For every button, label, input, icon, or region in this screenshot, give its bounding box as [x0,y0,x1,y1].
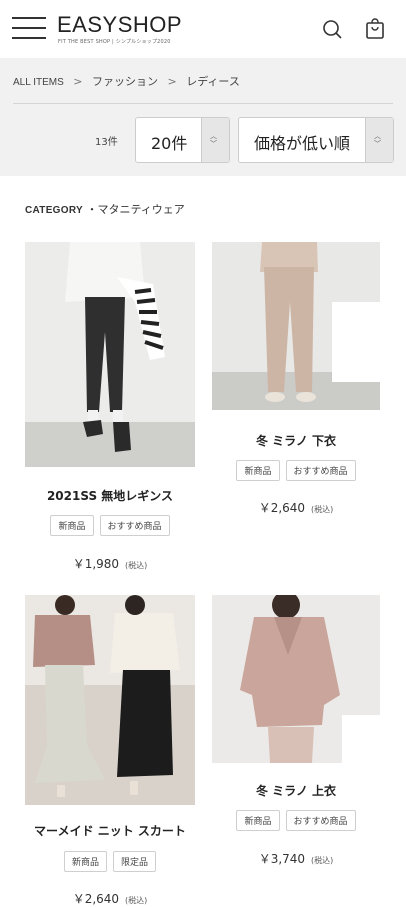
product-card[interactable]: 2021SS 無地レギンス 新商品 おすすめ商品 ￥1,980 (税込) [25,242,195,582]
price-value: ￥1,980 [72,557,120,571]
tax-note: (税込) [125,561,148,570]
product-price: ￥3,740 (税込) [212,850,380,867]
product-tags: 新商品 おすすめ商品 [212,460,380,481]
product-card[interactable]: 冬 ミラノ 下衣 新商品 おすすめ商品 ￥2,640 (税込) [212,242,380,532]
product-name[interactable]: 冬 ミラノ 下衣 [212,432,380,449]
tagline: FIT THE BEST SHOP | シンプルショップ2020 [58,39,171,45]
product-price: ￥2,640 (税込) [212,499,380,516]
product-name[interactable]: マーメイド ニット スカート [25,822,195,839]
breadcrumb-all-items[interactable]: ALL ITEMS [13,77,64,88]
divider [13,103,393,104]
product-price: ￥1,980 (税込) [25,555,195,572]
tag-new: 新商品 [63,851,107,872]
breadcrumb-separator: > [167,75,177,88]
breadcrumb-ladies[interactable]: レディース [186,75,240,88]
header: EASYSHOP FIT THE BEST SHOP | シンプルショップ202… [0,0,406,58]
sort-select[interactable]: 価格が低い順 ︿ ﹀ [238,117,394,163]
product-image[interactable] [212,242,380,410]
tag-recommended: おすすめ商品 [285,460,356,481]
tag-new: 新商品 [50,515,94,536]
product-card[interactable]: マーメイド ニット スカート 新商品 限定品 ￥2,640 (税込) [25,595,195,906]
sort-value: 価格が低い順 [254,134,351,153]
category-value: ・マタニティウェア [86,203,185,216]
logo[interactable]: EASYSHOP [57,12,182,38]
per-page-select[interactable]: 20件 ︿ ﹀ [135,117,230,163]
tax-note: (税込) [311,856,334,865]
tag-limited: 限定品 [113,851,157,872]
product-image[interactable] [212,595,380,763]
select-arrow-button[interactable]: ︿ ﹀ [365,118,393,162]
category-label: CATEGORY [25,205,83,216]
tag-new: 新商品 [236,460,280,481]
select-arrow-button[interactable]: ︿ ﹀ [201,118,229,162]
tag-new: 新商品 [236,810,280,831]
search-icon[interactable] [321,18,343,40]
product-image[interactable] [25,595,195,805]
shopping-bag-icon[interactable] [364,18,386,40]
chevron-up-down-icon: ︿ ﹀ [374,132,381,148]
per-page-value: 20件 [151,134,188,153]
price-value: ￥2,640 [258,501,306,515]
category-heading: CATEGORY ・マタニティウェア [25,201,185,217]
breadcrumb-fashion[interactable]: ファッション [92,75,158,88]
breadcrumb-separator: > [73,75,83,88]
tag-recommended: おすすめ商品 [99,515,170,536]
product-tags: 新商品 おすすめ商品 [25,515,195,536]
product-tags: 新商品 限定品 [25,851,195,872]
tax-note: (税込) [311,505,334,514]
product-name[interactable]: 冬 ミラノ 上衣 [212,782,380,799]
product-tags: 新商品 おすすめ商品 [212,810,380,831]
product-name[interactable]: 2021SS 無地レギンス [25,487,195,504]
product-price: ￥2,640 (税込) [25,890,195,907]
chevron-up-down-icon: ︿ ﹀ [210,132,217,148]
price-value: ￥3,740 [258,852,306,866]
hamburger-menu-icon[interactable] [12,17,46,41]
tax-note: (税込) [125,896,148,905]
product-image[interactable] [25,242,195,467]
product-card[interactable]: 冬 ミラノ 上衣 新商品 おすすめ商品 ￥3,740 (税込) [212,595,380,885]
tag-recommended: おすすめ商品 [285,810,356,831]
price-value: ￥2,640 [72,892,120,906]
breadcrumb: ALL ITEMS > ファッション > レディース [13,73,246,89]
result-count: 13件 [95,137,118,148]
